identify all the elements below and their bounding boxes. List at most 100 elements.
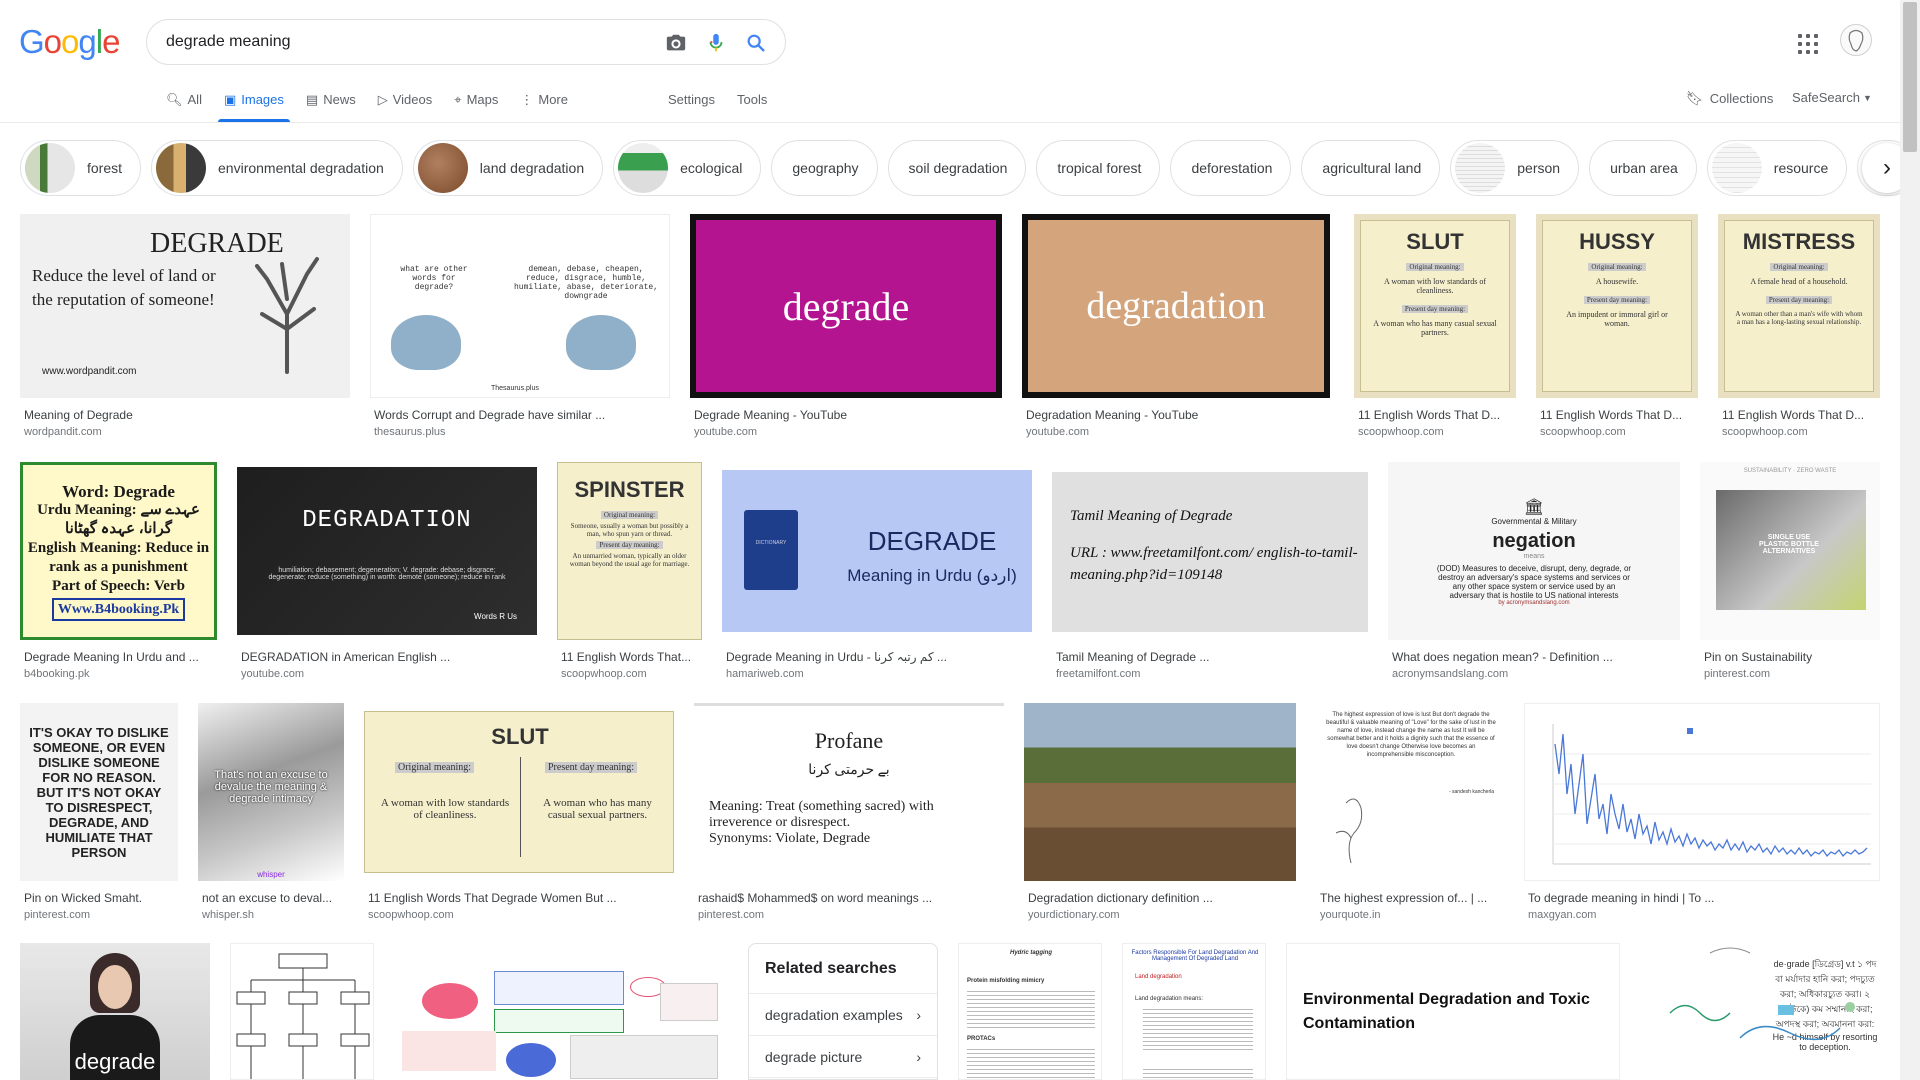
result-title[interactable]: Degradation dictionary definition ... (1028, 891, 1296, 905)
image-result[interactable]: Word: Degrade Urdu Meaning: عہدے سے گران… (20, 462, 217, 682)
google-logo[interactable]: Google (19, 25, 120, 59)
search-icon[interactable] (744, 31, 768, 55)
result-source: whisper.sh (202, 909, 254, 921)
scrollbar-thumb[interactable] (1903, 2, 1917, 152)
thumbnail-text: A woman other than a man's wife with who… (1735, 310, 1863, 326)
image-result[interactable]: SLUT Original meaning: A woman with low … (1354, 214, 1516, 438)
thumbnail-text: Thesaurus.plus (491, 385, 539, 392)
result-thumbnail: Hydric tagging Protein misfolding mimicr… (958, 943, 1102, 1080)
result-title[interactable]: Tamil Meaning of Degrade ... (1056, 650, 1368, 664)
tab-all[interactable]: 🔍︎ All (166, 84, 202, 122)
image-result[interactable]: DICTIONARY DEGRADE Meaning in Urdu (اردو… (722, 462, 1032, 682)
image-result[interactable]: degrade Degrade Meaning - YouTube youtub… (690, 214, 1002, 438)
related-search-item[interactable]: degrade picture › (749, 1036, 937, 1078)
result-title[interactable]: Pin on Sustainability (1704, 650, 1880, 664)
thumbnail-text: An impudent or immoral girl or woman. (1566, 310, 1668, 328)
image-result[interactable]: SUSTAINABILITY · ZERO WASTE SINGLE USE P… (1700, 462, 1880, 682)
microphone-icon[interactable] (704, 31, 728, 55)
book-icon: DICTIONARY (744, 510, 798, 590)
image-result[interactable]: degrade (20, 943, 210, 1080)
result-thumbnail: IT'S OKAY TO DISLIKE SOMEONE, OR EVEN DI… (20, 703, 178, 881)
search-input[interactable] (166, 33, 636, 51)
chip-tropical-forest[interactable]: tropical forest (1036, 140, 1161, 196)
result-title[interactable]: Degrade Meaning in Urdu - کم رتبہ کرنا .… (726, 650, 1032, 664)
result-title[interactable]: Degrade Meaning - YouTube (694, 408, 999, 422)
image-result[interactable]: what are other words for degrade? demean… (370, 214, 670, 438)
image-result[interactable]: Profane بے حرمتی کرنا Meaning: Treat (so… (694, 703, 1004, 925)
image-result[interactable]: HUSSY Original meaning: A housewife. Pre… (1536, 214, 1698, 438)
image-result[interactable]: Hydric tagging Protein misfolding mimicr… (958, 943, 1102, 1080)
result-title[interactable]: 11 English Words That D... (1358, 408, 1516, 422)
result-title[interactable]: Pin on Wicked Smaht. (24, 891, 178, 905)
tab-images[interactable]: ▣ Images (217, 84, 290, 122)
image-result[interactable]: Factors Responsible For Land Degradation… (1122, 943, 1266, 1080)
image-result[interactable]: 🏛︎ Governmental & Military negation mean… (1388, 462, 1680, 682)
chip-urban-area[interactable]: urban area (1589, 140, 1697, 196)
image-result[interactable] (230, 943, 374, 1080)
chip-land-degradation[interactable]: land degradation (412, 140, 604, 196)
image-result[interactable] (394, 943, 728, 1080)
image-result[interactable]: Tamil Meaning of Degrade URL : www.freet… (1052, 462, 1368, 682)
account-avatar[interactable] (1840, 24, 1872, 56)
result-thumbnail: HUSSY Original meaning: A housewife. Pre… (1536, 214, 1698, 398)
result-title[interactable]: Meaning of Degrade (24, 408, 349, 422)
result-title[interactable]: 11 English Words That D... (1722, 408, 1880, 422)
related-searches-card: Related searches degradation examples › d… (748, 943, 938, 1080)
chip-soil-degradation[interactable]: soil degradation (887, 140, 1027, 196)
collections-link[interactable]: 🔖︎ Collections (1686, 90, 1773, 107)
image-result[interactable]: Degradation dictionary definition ... yo… (1024, 703, 1296, 925)
image-result[interactable]: SLUT Original meaning: A woman with low … (364, 703, 674, 925)
result-title[interactable]: DEGRADATION in American English ... (241, 650, 537, 664)
apps-grid-icon[interactable] (1796, 32, 1820, 56)
chip-deforestation[interactable]: deforestation (1170, 140, 1292, 196)
result-title[interactable]: What does negation mean? - Definition ..… (1392, 650, 1680, 664)
camera-icon[interactable] (664, 31, 688, 55)
result-title[interactable]: 11 English Words That Degrade Women But … (368, 891, 674, 905)
thumbnail-text (494, 971, 624, 1005)
image-result[interactable]: MISTRESS Original meaning: A female head… (1718, 214, 1880, 438)
result-source: scoopwhoop.com (561, 668, 647, 680)
result-title[interactable]: rashaid$ Mohammed$ on word meanings ... (698, 891, 1004, 905)
image-result[interactable]: DEGRADE Reduce the level of land or the … (20, 214, 350, 438)
result-thumbnail: SPINSTER Original meaning: Someone, usua… (557, 462, 702, 640)
image-result[interactable]: Environmental Degradation and Toxic Cont… (1286, 943, 1620, 1080)
result-title[interactable]: Words Corrupt and Degrade have similar .… (374, 408, 664, 422)
chip-forest[interactable]: forest (20, 140, 142, 196)
vertical-scrollbar[interactable] (1900, 0, 1920, 1080)
image-result[interactable]: de·grade [ডিগ্রেড] v.t ১ পদ বা মর্যাদার … (1640, 943, 1880, 1080)
image-result[interactable]: The highest expression of love is lust B… (1316, 703, 1504, 925)
tab-news[interactable]: ▤ News (306, 84, 356, 122)
result-title[interactable]: not an excuse to deval... (202, 891, 344, 905)
safesearch-dropdown[interactable]: SafeSearch ▼ (1792, 90, 1872, 105)
tab-videos[interactable]: ▷ Videos (378, 84, 433, 122)
image-result[interactable]: To degrade meaning in hindi | To ... max… (1524, 703, 1880, 925)
result-thumbnail: DICTIONARY DEGRADE Meaning in Urdu (اردو… (722, 462, 1032, 640)
result-title[interactable]: The highest expression of... | ... (1320, 891, 1504, 905)
result-thumbnail: Environmental Degradation and Toxic Cont… (1286, 943, 1620, 1080)
chip-agricultural-land[interactable]: agricultural land (1301, 140, 1441, 196)
result-title[interactable]: 11 English Words That... (561, 650, 702, 664)
ocean-plastic-diagram (1669, 947, 1855, 1041)
tab-maps[interactable]: ⌖ Maps (454, 84, 498, 122)
chip-resource[interactable]: resource (1706, 140, 1848, 196)
chip-person[interactable]: person (1450, 140, 1580, 196)
related-search-item[interactable]: degradation examples › (749, 994, 937, 1036)
chip-ecological[interactable]: ecological (613, 140, 762, 196)
image-result[interactable]: degradation Degradation Meaning - YouTub… (1022, 214, 1330, 438)
image-result[interactable]: IT'S OKAY TO DISLIKE SOMEONE, OR EVEN DI… (20, 703, 178, 925)
tab-more[interactable]: ⋮ More (520, 84, 568, 122)
thumbnail-text: Www.B4booking.Pk (51, 597, 186, 621)
settings-link[interactable]: Settings (668, 92, 715, 107)
chip-geography[interactable]: geography (771, 140, 878, 196)
tools-link[interactable]: Tools (737, 92, 767, 107)
image-result[interactable]: SPINSTER Original meaning: Someone, usua… (557, 462, 702, 682)
result-title[interactable]: 11 English Words That D... (1540, 408, 1698, 422)
thumbnail-text: SLUT (1406, 229, 1464, 254)
result-title[interactable]: Degradation Meaning - YouTube (1026, 408, 1326, 422)
result-title[interactable]: Degrade Meaning In Urdu and ... (24, 650, 217, 664)
chip-environmental-degradation[interactable]: environmental degradation (151, 140, 403, 196)
result-title[interactable]: To degrade meaning in hindi | To ... (1528, 891, 1880, 905)
image-result[interactable]: DEGRADATION humiliation; debasement; deg… (237, 462, 537, 682)
image-result[interactable]: That's not an excuse to devalue the mean… (198, 703, 344, 925)
result-thumbnail: de·grade [ডিগ্রেড] v.t ১ পদ বা মর্যাদার … (1640, 943, 1880, 1080)
